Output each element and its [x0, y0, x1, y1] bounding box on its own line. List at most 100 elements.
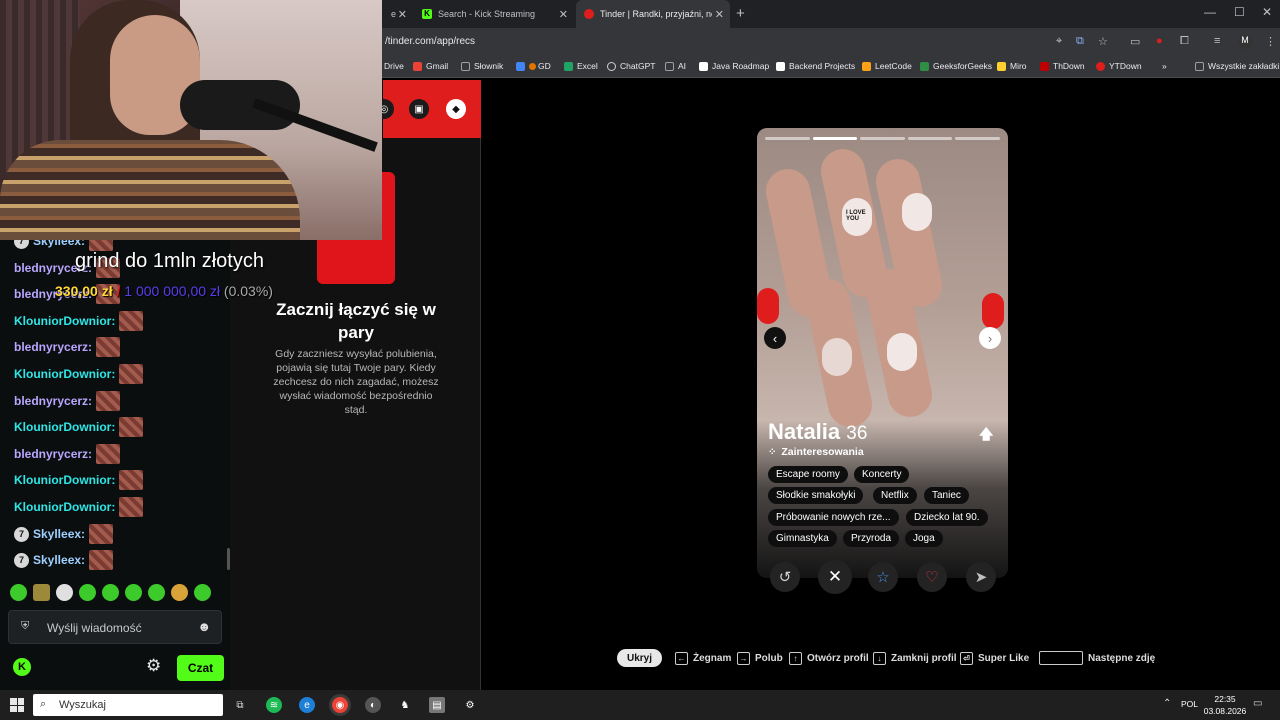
- rewind-button[interactable]: ↺: [770, 562, 800, 592]
- chrome-icon[interactable]: ◉: [332, 697, 348, 713]
- photo-indicator[interactable]: [907, 137, 953, 140]
- photo-indicator[interactable]: [812, 137, 858, 140]
- bookmark-gmail[interactable]: Gmail: [413, 61, 448, 71]
- extension-badge-icon[interactable]: ●: [1156, 35, 1163, 47]
- photo-indicator[interactable]: [860, 137, 905, 140]
- emote-icon[interactable]: [10, 584, 27, 601]
- bookmark-backend-projects[interactable]: Backend Projects: [776, 61, 855, 71]
- like-button[interactable]: ♡: [917, 562, 947, 592]
- windows-start-icon[interactable]: [10, 698, 24, 712]
- minimize-icon[interactable]: —: [1204, 5, 1216, 19]
- chat-username[interactable]: blednyrycerz:: [14, 394, 92, 408]
- language-indicator[interactable]: POL: [1181, 699, 1198, 709]
- task-view-icon[interactable]: ⧉: [232, 697, 248, 713]
- puzzle-icon[interactable]: ⧠: [1180, 35, 1189, 48]
- maximize-icon[interactable]: ☐: [1234, 5, 1245, 19]
- shield-icon[interactable]: ◆: [446, 99, 466, 119]
- emote-icon[interactable]: [79, 584, 96, 601]
- close-tab-icon[interactable]: ✕: [398, 8, 407, 21]
- url-text[interactable]: /tinder.com/app/recs: [385, 36, 475, 47]
- location-icon[interactable]: ⌖: [1056, 35, 1062, 48]
- chat-username[interactable]: KlouniorDownior:: [14, 420, 115, 434]
- previous-photo-button[interactable]: ‹: [764, 327, 786, 349]
- bookmark-chatgpt[interactable]: ChatGPT: [607, 61, 655, 71]
- emote-icon[interactable]: [56, 584, 73, 601]
- docs-icon: [516, 61, 525, 71]
- media-icon[interactable]: ≡: [1214, 35, 1220, 47]
- browser-tab-tinder[interactable]: Tinder | Randki, przyjaźni, nowe ✕: [576, 0, 730, 28]
- bookmarks-overflow[interactable]: »: [1162, 61, 1167, 71]
- obs-icon[interactable]: ◐: [365, 697, 381, 713]
- nope-button[interactable]: ✕: [818, 560, 852, 594]
- extension-icon[interactable]: ▭: [1130, 35, 1140, 48]
- emote-icon[interactable]: [148, 584, 165, 601]
- browser-tab-kick[interactable]: K Search - Kick Streaming ✕: [414, 0, 574, 28]
- taskbar-search[interactable]: ⌕ Wyszukaj: [33, 694, 223, 716]
- bookmark-slownik[interactable]: Słownik: [461, 61, 503, 71]
- chat-username[interactable]: KlouniorDownior:: [14, 314, 115, 328]
- open-profile-arrow-icon[interactable]: 🡅: [979, 424, 993, 448]
- settings-icon[interactable]: ⚙: [462, 697, 478, 713]
- edge-icon[interactable]: e: [299, 697, 315, 713]
- taskbar-clock[interactable]: 22:35 03.08.2026: [1200, 693, 1250, 717]
- bookmark-drive[interactable]: Drive: [384, 61, 404, 71]
- chat-username[interactable]: blednyrycerz:: [14, 340, 92, 354]
- bookmark-ytdown[interactable]: YTDown: [1096, 61, 1142, 71]
- profile-avatar[interactable]: M: [1238, 35, 1252, 49]
- close-tab-icon[interactable]: ✕: [559, 8, 568, 21]
- browser-tab[interactable]: e ✕: [383, 0, 413, 28]
- bookmark-java-roadmap[interactable]: Java Roadmap: [699, 61, 769, 71]
- notifications-icon[interactable]: ▭: [1253, 698, 1262, 709]
- chat-scrollbar[interactable]: [227, 548, 230, 570]
- photo-indicator[interactable]: [955, 137, 1000, 140]
- bookmark-excel[interactable]: Excel: [564, 61, 598, 71]
- close-window-icon[interactable]: ✕: [1262, 5, 1272, 19]
- chat-username[interactable]: Skylleex:: [33, 527, 85, 541]
- emoji-icon[interactable]: ☻: [197, 619, 211, 634]
- tray-chevron-icon[interactable]: ⌃: [1163, 698, 1171, 709]
- shortcut-label: Otwórz profil: [807, 652, 869, 664]
- app-icon[interactable]: ▤: [429, 697, 445, 713]
- nail-art: [822, 338, 852, 376]
- chat-username[interactable]: KlouniorDownior:: [14, 367, 115, 381]
- emote-icon[interactable]: [33, 584, 50, 601]
- bookmark-miro[interactable]: Miro: [997, 61, 1027, 71]
- emote-icon[interactable]: [125, 584, 142, 601]
- send-chat-button[interactable]: Czat: [177, 655, 224, 681]
- kebab-menu-icon[interactable]: ⋮: [1265, 35, 1276, 48]
- profile-card[interactable]: I LOVE YOU ‹ › Natalia 36 🡅 ⁘ Zainteresow…: [757, 128, 1008, 578]
- chat-message-input[interactable]: ⛨ Wyślij wiadomość ☻: [8, 610, 222, 644]
- bookmark-thdown[interactable]: ThDown: [1040, 61, 1085, 71]
- bookmark-ai[interactable]: AI: [665, 61, 686, 71]
- translate-icon[interactable]: ⧉: [1076, 35, 1084, 48]
- new-tab-icon[interactable]: +: [736, 5, 745, 22]
- emote-icon[interactable]: [194, 584, 211, 601]
- boost-button[interactable]: ➤: [966, 562, 996, 592]
- next-photo-button[interactable]: ›: [979, 327, 1001, 349]
- chat-message: KlouniorDownior:: [14, 496, 144, 518]
- emote-icon[interactable]: [171, 584, 188, 601]
- bookmark-star-icon[interactable]: ☆: [1098, 35, 1108, 48]
- hide-shortcuts-button[interactable]: Ukryj: [617, 649, 662, 667]
- bookmark-gd[interactable]: GD: [516, 61, 551, 71]
- chat-username[interactable]: KlouniorDownior:: [14, 500, 115, 514]
- app-icon[interactable]: ♞: [397, 697, 413, 713]
- gear-icon[interactable]: ⚙: [146, 656, 161, 676]
- emote-icon[interactable]: [102, 584, 119, 601]
- chat-username[interactable]: blednyrycerz:: [14, 447, 92, 461]
- bookmark-all[interactable]: Wszystkie zakładki: [1195, 61, 1279, 71]
- photo-indicator[interactable]: [765, 137, 810, 140]
- kick-logo-icon[interactable]: K: [13, 658, 31, 676]
- spotify-icon[interactable]: ≋: [266, 697, 282, 713]
- briefcase-icon[interactable]: ▣: [409, 99, 429, 119]
- super-like-button[interactable]: ☆: [868, 562, 898, 592]
- bookmark-geeksforgeeks[interactable]: GeeksforGeeks: [920, 61, 992, 71]
- chat-username[interactable]: Skylleex:: [33, 553, 85, 567]
- bookmark-leetcode[interactable]: LeetCode: [862, 61, 912, 71]
- matches-description: Gdy zaczniesz wysyłać polubienia, pojawi…: [273, 348, 439, 416]
- chat-emote-icon: [96, 337, 121, 357]
- chat-username[interactable]: KlouniorDownior:: [14, 473, 115, 487]
- close-tab-icon[interactable]: ✕: [715, 8, 724, 21]
- rewind-icon: ↺: [778, 569, 792, 586]
- leetcode-icon: [862, 61, 871, 71]
